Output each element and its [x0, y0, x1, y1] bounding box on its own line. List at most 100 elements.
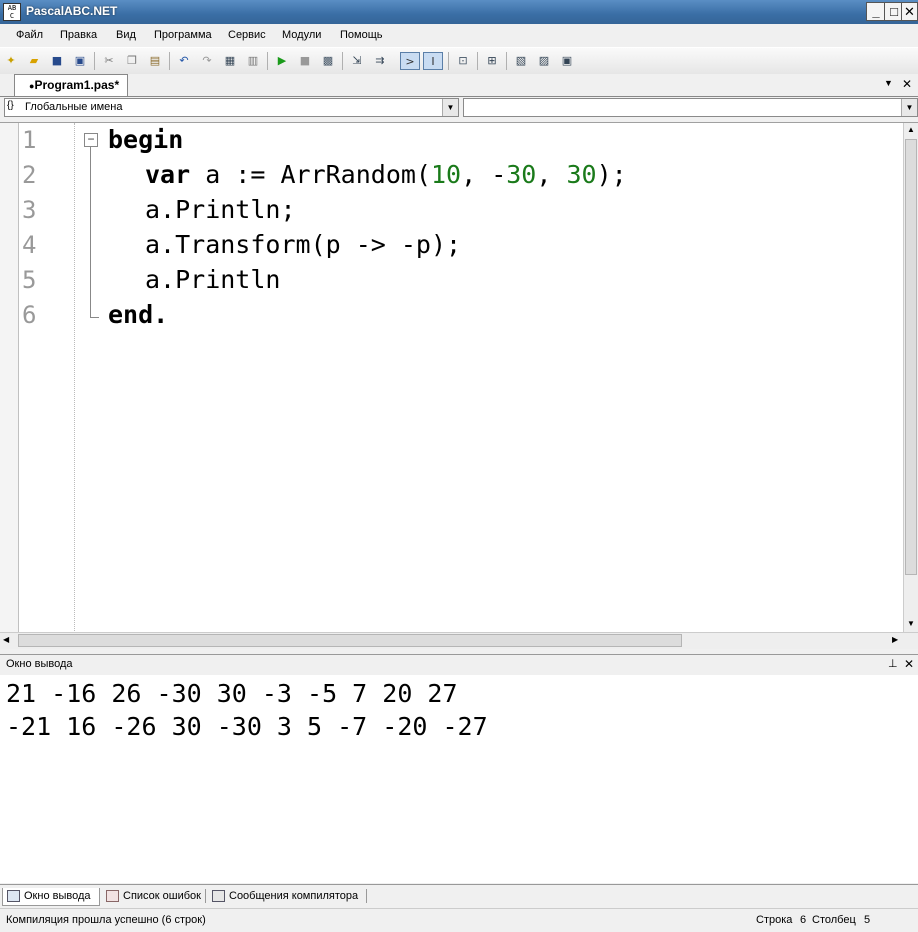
tab-program1[interactable]: ●Program1.pas*	[14, 74, 128, 96]
fold-divider	[74, 123, 75, 633]
code-line-6: end.	[108, 300, 168, 329]
horizontal-scrollbar[interactable]: ◀ ▶	[0, 632, 918, 649]
fold-collapse-icon[interactable]: −	[84, 133, 98, 147]
code-line-5: a.Println	[145, 265, 281, 294]
tree-icon[interactable]: ▨	[535, 52, 553, 70]
save-icon[interactable]: ■	[48, 52, 66, 70]
column-label: Столбец	[812, 914, 856, 926]
code-text: ,	[536, 160, 567, 189]
code-text: );	[596, 160, 627, 189]
toolbar-separator	[477, 52, 478, 70]
code-line-4: a.Transform(p -> -p);	[145, 230, 462, 259]
tab-compiler-messages[interactable]: Сообщения компилятора	[208, 888, 364, 906]
toolbar-separator	[267, 52, 268, 70]
chevron-down-icon[interactable]: ▼	[901, 99, 917, 116]
fold-bracket	[90, 147, 99, 318]
line-number: 5	[22, 266, 37, 294]
toolbar: ✦ ▰ ■ ▣ ✂ ❐ ▤ ↶ ↷ ▦ ▥ ▶ ■ ▩ ⇲ ⇉ > I ⊡ ⊞ …	[0, 47, 918, 75]
line-number: 2	[22, 161, 37, 189]
menu-view[interactable]: Вид	[116, 29, 136, 41]
print-icon[interactable]: ▥	[244, 52, 262, 70]
window-title: PascalABC.NET	[26, 4, 118, 18]
output-window[interactable]: 21 -16 26 -30 30 -3 -5 7 20 27 -21 16 -2…	[0, 675, 918, 883]
toolbar-separator	[342, 52, 343, 70]
output-line: 21 -16 26 -30 30 -3 -5 7 20 27	[6, 679, 458, 708]
number-literal: 10	[430, 160, 462, 189]
menu-file[interactable]: Файл	[16, 29, 43, 41]
scope-combo-value: Глобальные имена	[25, 101, 123, 113]
stop-icon[interactable]: ■	[296, 52, 314, 70]
ref-icon[interactable]: ▧	[512, 52, 530, 70]
vertical-scroll-thumb[interactable]	[905, 139, 917, 575]
bottom-tabs: Окно вывода Список ошибок Сообщения комп…	[0, 884, 918, 907]
tab-error-list[interactable]: Список ошибок	[102, 888, 207, 906]
status-message: Компиляция прошла успешно (6 строк)	[6, 914, 206, 926]
paste-icon[interactable]: ▤	[146, 52, 164, 70]
toolbar-separator	[506, 52, 507, 70]
pin-icon[interactable]: ⊥	[888, 657, 898, 670]
keyword-begin: begin	[108, 125, 184, 154]
menu-modules[interactable]: Модули	[282, 29, 321, 41]
output-close-icon[interactable]: ✕	[904, 657, 914, 671]
code-line-3: a.Println;	[145, 195, 296, 224]
scroll-up-icon[interactable]: ▲	[907, 125, 915, 134]
output-panel-title: Окно вывода	[6, 658, 73, 670]
vertical-scrollbar[interactable]: ▲ ▼	[903, 123, 918, 633]
reference-icon[interactable]: ▣	[558, 52, 576, 70]
open-icon[interactable]: ▰	[25, 52, 43, 70]
member-combo[interactable]: ▼	[463, 98, 918, 117]
console-icon[interactable]: >	[400, 52, 420, 70]
editor-margin	[0, 123, 19, 633]
horizontal-scroll-thumb[interactable]	[18, 634, 682, 647]
code-editor[interactable]: 1 2 3 4 5 6 − begin var a := ArrRandom(1…	[0, 122, 918, 633]
run-icon[interactable]: ▶	[273, 52, 291, 70]
scope-combo[interactable]: {} Глобальные имена ▼	[4, 98, 459, 117]
redo-icon[interactable]: ↷	[198, 52, 216, 70]
step-into-icon[interactable]: ⇲	[348, 52, 366, 70]
title-bar: AB C PascalABC.NET _ □ ✕	[0, 0, 918, 24]
tab-label: Program1.pas*	[34, 78, 120, 92]
form-designer-icon[interactable]: ⊞	[483, 52, 501, 70]
line-number: 4	[22, 231, 37, 259]
chevron-down-icon[interactable]: ▼	[442, 99, 458, 116]
new-file-icon[interactable]: ✦	[2, 52, 20, 70]
document-tabs: ●Program1.pas* ▼ ✕	[0, 74, 918, 97]
debug-icon[interactable]: ▩	[319, 52, 337, 70]
menu-service[interactable]: Сервис	[228, 29, 266, 41]
row-value: 6	[800, 914, 807, 926]
minimize-button[interactable]: _	[866, 2, 886, 21]
braces-icon: {}	[7, 100, 14, 111]
cut-icon[interactable]: ✂	[100, 52, 118, 70]
tab-output-window[interactable]: Окно вывода	[2, 888, 100, 906]
code-line-1: begin	[108, 125, 183, 154]
error-list-icon	[106, 890, 119, 903]
undo-icon[interactable]: ↶	[175, 52, 193, 70]
tab-separator	[205, 889, 206, 903]
save-all-icon[interactable]: ▣	[71, 52, 89, 70]
tab-close-icon[interactable]: ✕	[902, 77, 912, 91]
scroll-right-icon[interactable]: ▶	[892, 635, 898, 644]
compiler-messages-icon	[212, 890, 225, 903]
tab-list-dropdown-icon[interactable]: ▼	[884, 78, 893, 88]
code-line-2: var a := ArrRandom(10, -30, 30);	[145, 160, 627, 189]
menu-edit[interactable]: Правка	[60, 29, 97, 41]
output-line: -21 16 -26 30 -30 3 5 -7 -20 -27	[6, 712, 488, 741]
keyword-var: var	[145, 160, 191, 189]
tab-separator	[366, 889, 367, 903]
bookmark-icon[interactable]: ▦	[221, 52, 239, 70]
compile-icon[interactable]: ⊡	[454, 52, 472, 70]
menu-program[interactable]: Программа	[154, 29, 212, 41]
menu-help[interactable]: Помощь	[340, 29, 383, 41]
close-button[interactable]: ✕	[901, 2, 918, 21]
format-icon[interactable]: I	[423, 52, 443, 70]
number-literal: 30	[566, 160, 597, 189]
copy-icon[interactable]: ❐	[123, 52, 141, 70]
column-value: 5	[864, 914, 871, 926]
scroll-left-icon[interactable]: ◀	[3, 635, 9, 644]
step-over-icon[interactable]: ⇉	[371, 52, 389, 70]
output-window-icon	[7, 890, 20, 903]
scroll-down-icon[interactable]: ▼	[907, 619, 915, 628]
output-panel-header: Окно вывода ⊥ ✕	[0, 654, 918, 676]
line-number: 6	[22, 301, 37, 329]
toolbar-separator	[94, 52, 95, 70]
